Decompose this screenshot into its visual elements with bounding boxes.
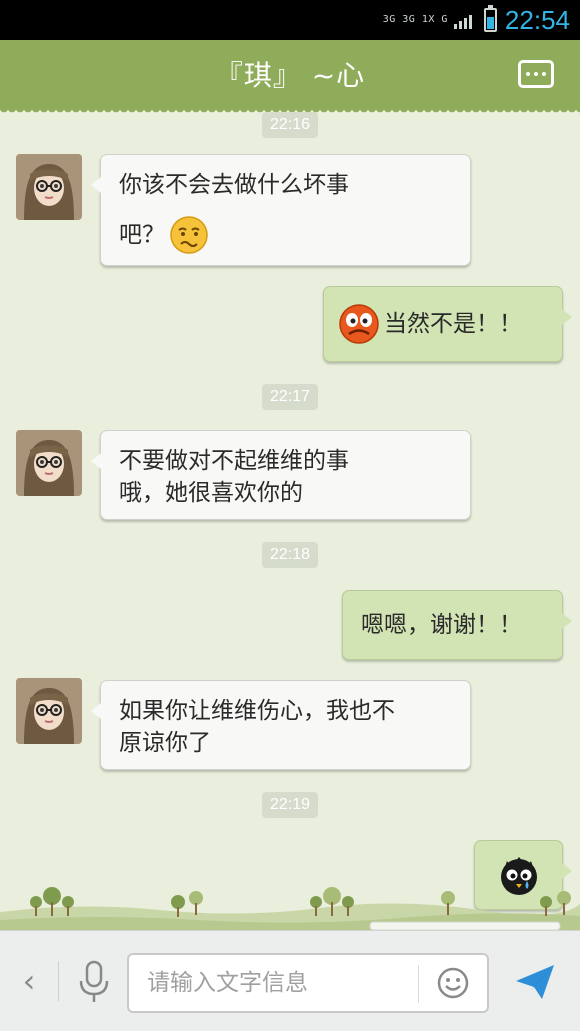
message-text: 原谅你了 [119, 730, 211, 756]
message-input[interactable] [127, 953, 489, 1013]
chat-list[interactable]: 22:16 你该不会去做什么坏事 吧？ 当然不是！！ 22:17 不要做对不起维… [0, 108, 580, 930]
status-time: 22:54 [504, 4, 570, 35]
network-indicator: 3G 3G 1X G [382, 14, 448, 25]
message-bubble-incoming[interactable]: 如果你让维维伤心，我也不 原谅你了 [91, 680, 471, 770]
message-text: 不要做对不起维维的事 [119, 448, 349, 474]
send-icon[interactable] [512, 959, 558, 1005]
message-text: 嗯嗯，谢谢！！ [361, 612, 522, 638]
battery-icon [483, 5, 497, 32]
timestamp: 22:17 [261, 384, 319, 410]
input-bar: ‹ [0, 930, 580, 1031]
angry-face-icon [339, 304, 379, 344]
ground-decoration [0, 887, 580, 930]
chevron-left-icon[interactable]: ‹ [14, 961, 44, 1001]
message-bubble-outgoing[interactable]: 嗯嗯，谢谢！！ [342, 590, 572, 660]
divider [58, 961, 59, 1001]
message-text-field[interactable] [147, 963, 417, 1003]
timestamp: 22:19 [261, 792, 319, 818]
message-bubble-outgoing[interactable]: 当然不是！！ [323, 286, 572, 362]
status-bar: 3G 3G 1X G 22:54 [0, 0, 580, 40]
message-text: 如果你让维维伤心，我也不 [119, 698, 395, 724]
more-icon[interactable] [518, 60, 554, 88]
timestamp: 22:18 [261, 542, 319, 568]
message-text: 吧？ [119, 222, 165, 248]
message-bubble-incoming[interactable]: 不要做对不起维维的事 哦，她很喜欢你的 [91, 430, 471, 520]
message-bubble-incoming[interactable]: 你该不会去做什么坏事 吧？ [91, 154, 471, 266]
divider [418, 965, 419, 1003]
avatar[interactable] [16, 678, 82, 744]
message-text: 你该不会去做什么坏事 [119, 172, 349, 198]
message-text: 当然不是！！ [384, 311, 522, 337]
signal-icon [453, 11, 472, 29]
chat-header: 『琪』 ~心 [0, 40, 580, 114]
microphone-icon[interactable] [74, 959, 114, 1005]
chat-title: 『琪』 ~心 [214, 59, 366, 92]
worried-face-icon [170, 216, 208, 254]
timestamp: 22:16 [261, 112, 319, 138]
avatar[interactable] [16, 430, 82, 496]
message-text: 哦，她很喜欢你的 [119, 480, 303, 506]
avatar[interactable] [16, 154, 82, 220]
smiley-icon[interactable] [437, 967, 469, 999]
